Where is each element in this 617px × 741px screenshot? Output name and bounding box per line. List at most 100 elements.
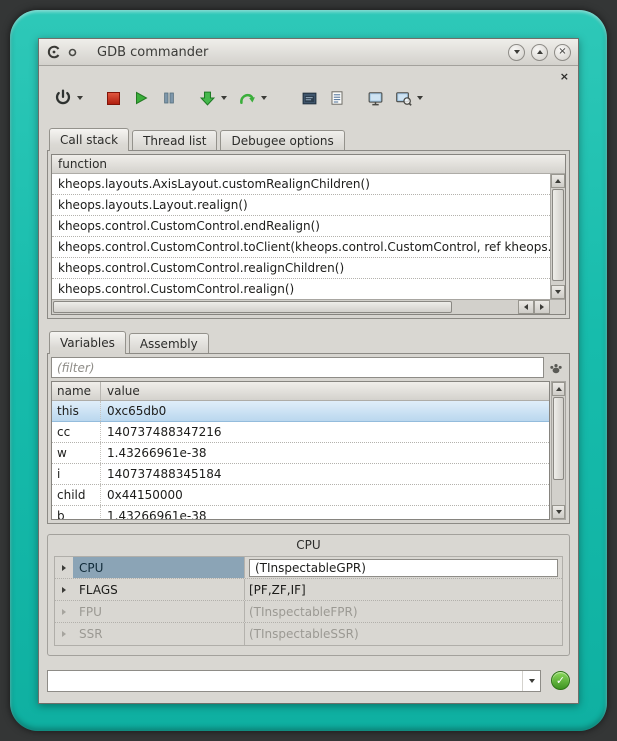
horizontal-scrollbar-thumb[interactable]	[53, 301, 452, 313]
inspect-button[interactable]	[391, 85, 415, 111]
variable-row[interactable]: cc140737488347216	[52, 422, 549, 443]
scrollbar-track[interactable]	[552, 396, 565, 505]
expander-icon[interactable]	[55, 623, 73, 645]
monitor-icon	[367, 90, 384, 107]
variable-name: this	[52, 401, 101, 421]
callstack-row[interactable]: kheops.control.CustomControl.endRealign(…	[52, 216, 550, 237]
titlebar[interactable]: GDB commander ×	[39, 39, 578, 66]
cpu-row[interactable]: FLAGS[PF,ZF,IF]	[55, 579, 562, 601]
command-combobox[interactable]	[47, 670, 541, 692]
step-button[interactable]	[195, 85, 219, 111]
cpu-groupbox: CPU CPU(TInspectableGPR)FLAGS[PF,ZF,IF]F…	[47, 534, 570, 656]
cpu-row-value: (TInspectableFPR)	[245, 601, 562, 622]
callstack-row[interactable]: kheops.layouts.Layout.realign()	[52, 195, 550, 216]
callstack-column-header: function	[52, 155, 565, 174]
command-input[interactable]	[48, 671, 522, 691]
scroll-up-button[interactable]	[551, 174, 565, 188]
arrow-down-icon	[556, 510, 562, 514]
cpu-row-name: FPU	[73, 601, 245, 622]
tab-thread-list[interactable]: Thread list	[132, 130, 217, 150]
variable-row[interactable]: this0xc65db0	[52, 401, 549, 422]
callstack-row[interactable]: kheops.layouts.AxisLayout.customRealignC…	[52, 174, 550, 195]
debug-toolbar	[51, 82, 566, 114]
document-lines-icon	[329, 90, 345, 106]
variable-row[interactable]: i140737488345184	[52, 464, 549, 485]
execute-button[interactable]: ✓	[551, 671, 570, 690]
cpu-row[interactable]: CPU(TInspectableGPR)	[55, 557, 562, 579]
expander-icon[interactable]	[55, 601, 73, 622]
variable-name: cc	[52, 422, 101, 442]
variable-name: w	[52, 443, 101, 463]
scrollbar-track[interactable]	[52, 300, 518, 314]
callstack-row[interactable]: kheops.control.CustomControl.toClient(kh…	[52, 237, 550, 258]
variable-row[interactable]: b1.43266961e-38	[52, 506, 549, 520]
step-over-menu-arrow[interactable]	[259, 85, 269, 111]
expander-icon[interactable]	[55, 579, 73, 600]
tab-debugee-options[interactable]: Debugee options	[220, 130, 344, 150]
combo-dropdown-button[interactable]	[522, 671, 540, 691]
power-menu-arrow[interactable]	[75, 85, 85, 111]
column-header-name: name	[52, 382, 101, 400]
callstack-horizontal-scrollbar[interactable]	[52, 299, 565, 314]
cpu-row-name: SSR	[73, 623, 245, 645]
cpu-rows: CPU(TInspectableGPR)FLAGS[PF,ZF,IF]FPU(T…	[54, 556, 563, 646]
callstack-row[interactable]: kheops.control.CustomControl.realign()	[52, 279, 550, 299]
tab-assembly[interactable]: Assembly	[129, 333, 209, 353]
step-menu-arrow[interactable]	[219, 85, 229, 111]
cpu-value-field[interactable]: (TInspectableGPR)	[249, 559, 558, 577]
paw-icon	[548, 360, 564, 376]
cpu-row[interactable]: FPU(TInspectableFPR)	[55, 601, 562, 623]
scroll-left-button[interactable]	[518, 300, 534, 314]
app-icon	[46, 44, 62, 60]
scroll-up-button[interactable]	[552, 382, 565, 396]
cpu-row[interactable]: SSR(TInspectableSSR)	[55, 623, 562, 645]
check-icon: ✓	[556, 675, 565, 686]
stop-button[interactable]	[101, 85, 125, 111]
variable-row[interactable]: w1.43266961e-38	[52, 443, 549, 464]
chevron-down-icon	[77, 96, 83, 100]
display-button[interactable]	[363, 85, 387, 111]
close-icon: ×	[558, 47, 566, 57]
tab-call-stack[interactable]: Call stack	[49, 128, 129, 151]
column-header-value: value	[101, 382, 549, 400]
filter-tool-button[interactable]	[546, 358, 566, 378]
minimize-button[interactable]	[508, 44, 525, 61]
list-button[interactable]	[325, 85, 349, 111]
arrow-left-icon	[524, 304, 528, 310]
pause-button[interactable]	[157, 85, 181, 111]
tab-variables[interactable]: Variables	[49, 331, 126, 354]
run-button[interactable]	[129, 85, 153, 111]
scroll-right-button[interactable]	[534, 300, 550, 314]
scroll-down-button[interactable]	[552, 505, 565, 519]
inspect-menu-arrow[interactable]	[415, 85, 425, 111]
close-button[interactable]: ×	[554, 44, 571, 61]
panel-close-icon[interactable]: ×	[560, 71, 569, 82]
filter-input[interactable]	[51, 357, 544, 378]
arrow-down-icon	[555, 290, 561, 294]
callstack-tabs: Call stackThread listDebugee options	[47, 128, 570, 150]
callstack-page: function kheops.layouts.AxisLayout.custo…	[47, 150, 570, 319]
cpu-group-title: CPU	[48, 538, 569, 552]
callstack-row[interactable]: kheops.control.CustomControl.realignChil…	[52, 258, 550, 279]
callstack-vertical-scrollbar[interactable]	[550, 174, 565, 299]
arrow-up-icon	[555, 179, 561, 183]
variable-row[interactable]: child0x44150000	[52, 485, 549, 506]
variables-vertical-scrollbar[interactable]	[551, 381, 566, 520]
play-icon	[133, 90, 149, 106]
arrow-up-icon	[556, 387, 562, 391]
variable-name: child	[52, 485, 101, 505]
chevron-down-icon	[261, 96, 267, 100]
cpu-row-name: CPU	[73, 557, 245, 578]
curved-arrow-icon	[238, 89, 256, 107]
step-over-button[interactable]	[235, 85, 259, 111]
power-button[interactable]	[51, 85, 75, 111]
vertical-scrollbar-thumb[interactable]	[552, 189, 564, 281]
scrollbar-track[interactable]	[551, 188, 565, 285]
expander-icon[interactable]	[55, 557, 73, 578]
vertical-scrollbar-thumb[interactable]	[553, 397, 564, 480]
messages-button[interactable]	[297, 85, 321, 111]
cpu-row-value[interactable]: (TInspectableGPR)	[245, 557, 562, 578]
power-icon	[54, 89, 72, 107]
scroll-down-button[interactable]	[551, 285, 565, 299]
maximize-button[interactable]	[531, 44, 548, 61]
